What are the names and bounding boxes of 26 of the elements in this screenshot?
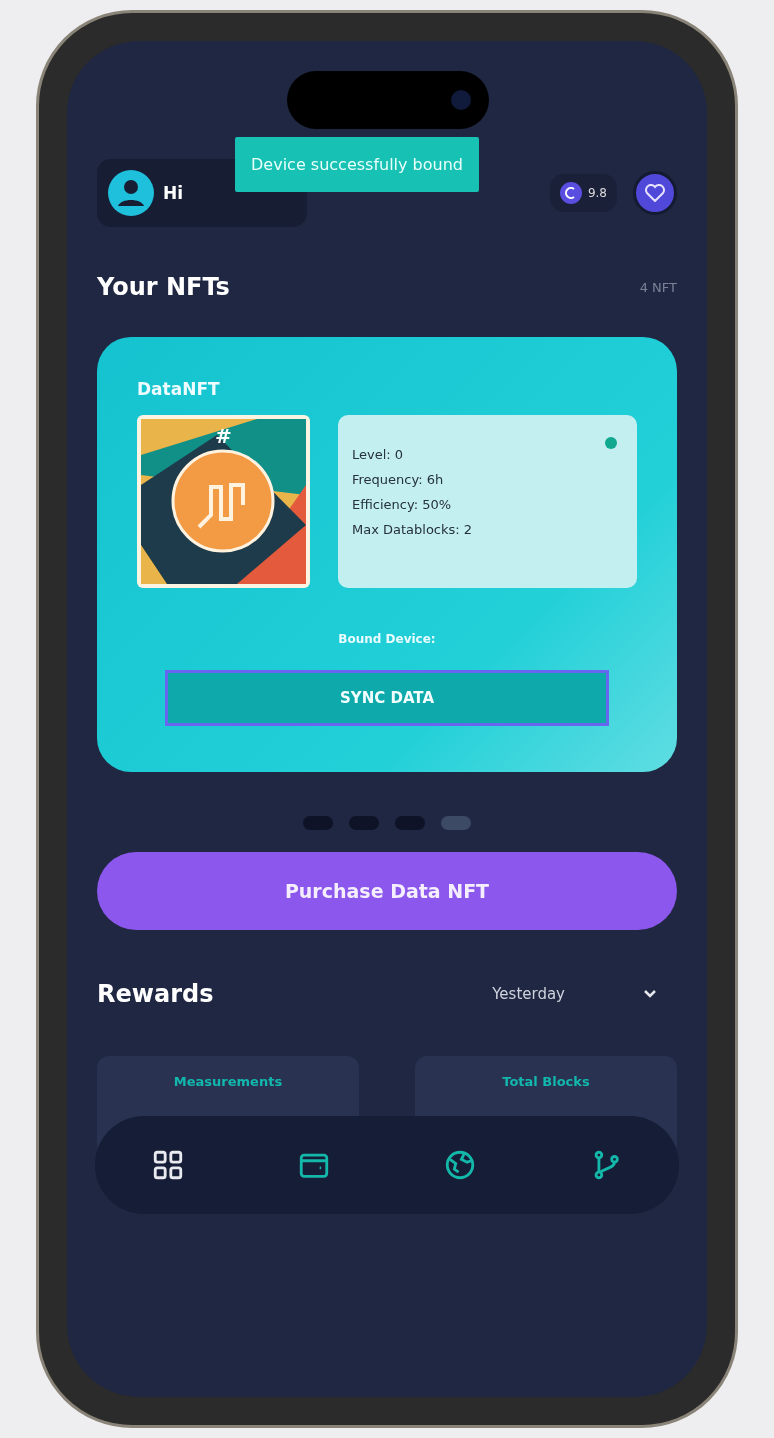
heart-button[interactable] (633, 171, 677, 215)
stat-line: Level: 0 (352, 447, 405, 462)
coin-icon (559, 182, 582, 204)
grid-icon (151, 1148, 185, 1182)
globe-icon (443, 1148, 477, 1182)
balance-value: 9.8 (587, 186, 607, 200)
bound-toast: Device successfully bound (235, 137, 479, 192)
purchase-button[interactable]: Purchase Data NFT (97, 852, 677, 930)
section-title: Your NFTs (97, 273, 230, 301)
stat-line: Max Datablocks: 2 (352, 522, 474, 537)
avatar-icon (107, 169, 155, 217)
bound-device-label: Bound Device: (338, 632, 436, 646)
chevron-down-icon[interactable] (643, 989, 657, 999)
period-dropdown[interactable]: Yesterday (492, 985, 565, 1003)
artwork-tag: # (215, 424, 232, 448)
status-dot (605, 437, 617, 449)
greeting: Hi (163, 183, 184, 203)
stat-line: Frequency: 6h (352, 472, 445, 487)
heart-icon (645, 184, 665, 202)
nft-count: 4 NFT (639, 279, 677, 295)
stat-line: Efficiency: 50% (352, 497, 453, 512)
card-title: DataNFT (137, 379, 221, 399)
camera-lens (451, 90, 471, 110)
nav-button[interactable] (151, 1148, 185, 1182)
section-title: Rewards (97, 980, 214, 1008)
nav-button[interactable] (443, 1148, 477, 1182)
